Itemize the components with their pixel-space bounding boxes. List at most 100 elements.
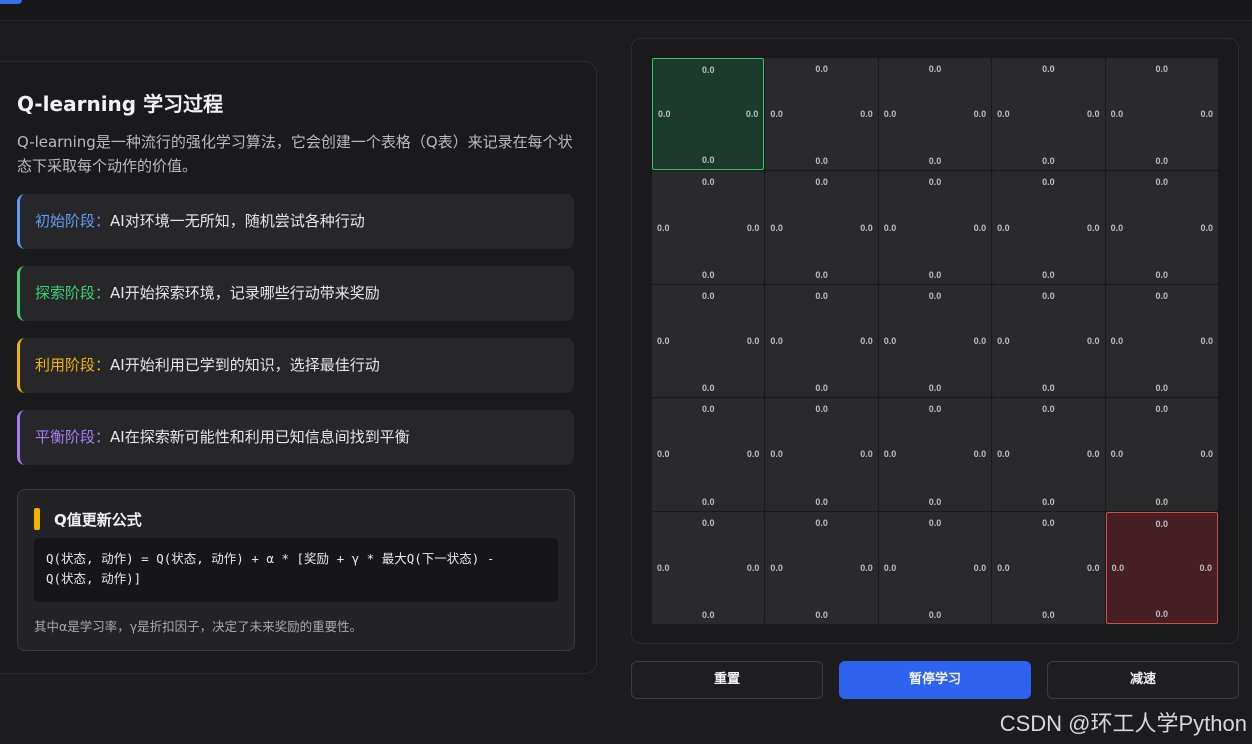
q-value-down: 0.0 [1042,496,1055,507]
q-cell: 0.0 0.0 0.0 0.0 [652,511,765,624]
q-cell: 0.0 0.0 0.0 0.0 [878,171,992,284]
slow-down-button[interactable]: 减速 [1047,661,1239,699]
q-value-right: 0.0 [973,562,987,573]
formula-box: Q值更新公式 Q(状态, 动作) = Q(状态, 动作) + α * [奖励 +… [17,489,575,651]
q-value-left: 0.0 [997,562,1010,573]
q-value-up: 0.0 [815,64,828,74]
q-cell: 0.0 0.0 0.0 0.0 [878,511,992,624]
q-value-down: 0.0 [701,155,715,166]
q-value-up: 0.0 [815,290,828,301]
q-value-up: 0.0 [928,290,942,301]
q-value-left: 0.0 [883,222,897,233]
q-value-right: 0.0 [860,449,873,460]
reset-button[interactable]: 重置 [631,661,823,699]
q-value-right: 0.0 [860,222,873,233]
q-value-down: 0.0 [701,383,715,394]
q-value-right: 0.0 [1087,335,1100,346]
q-value-down: 0.0 [701,496,715,507]
q-cell: 0.0 0.0 0.0 0.0 [992,398,1105,511]
q-cell: 0.0 0.0 0.0 0.0 [1105,171,1218,284]
q-value-down: 0.0 [701,609,715,620]
q-value-up: 0.0 [928,517,942,528]
q-value-right: 0.0 [860,109,873,120]
q-value-left: 0.0 [883,109,897,120]
q-cell-start: 0.0 0.0 0.0 0.0 [652,58,765,171]
q-value-down: 0.0 [1042,609,1055,620]
q-value-up: 0.0 [1155,518,1169,529]
q-value-down: 0.0 [1155,608,1169,619]
q-value-down: 0.0 [1042,269,1055,280]
q-value-right: 0.0 [1087,562,1100,573]
q-value-right: 0.0 [860,562,873,573]
stage-explore: 探索阶段：AI开始探索环境，记录哪些行动带来奖励 [17,266,574,321]
q-value-left: 0.0 [770,562,783,573]
q-value-down: 0.0 [928,269,942,280]
q-value-down: 0.0 [701,269,715,280]
formula-title: Q值更新公式 [54,511,142,529]
stage-text: AI开始探索环境，记录哪些行动带来奖励 [110,284,380,302]
q-value-down: 0.0 [928,609,942,620]
q-value-up: 0.0 [815,517,828,528]
q-value-left: 0.0 [883,449,897,460]
q-cell: 0.0 0.0 0.0 0.0 [1105,58,1218,171]
q-value-right: 0.0 [973,109,987,120]
q-value-up: 0.0 [1042,177,1055,188]
q-cell-goal: 0.0 0.0 0.0 0.0 [1105,511,1218,624]
q-value-up: 0.0 [1155,64,1169,74]
q-value-left: 0.0 [997,449,1010,460]
q-value-down: 0.0 [815,496,828,507]
q-value-down: 0.0 [928,496,942,507]
q-value-left: 0.0 [997,222,1010,233]
q-cell: 0.0 0.0 0.0 0.0 [765,284,878,398]
q-value-up: 0.0 [1155,404,1169,415]
q-cell: 0.0 0.0 0.0 0.0 [992,511,1105,624]
q-value-right: 0.0 [746,222,760,233]
pause-learning-button[interactable]: 暂停学习 [839,661,1031,699]
q-value-right: 0.0 [1087,109,1100,120]
q-value-up: 0.0 [1155,177,1169,188]
q-value-left: 0.0 [657,449,670,460]
panel-title: Q-learning 学习过程 [17,92,224,116]
q-value-up: 0.0 [928,177,942,188]
q-value-down: 0.0 [928,383,942,394]
q-cell: 0.0 0.0 0.0 0.0 [992,58,1105,171]
q-cell: 0.0 0.0 0.0 0.0 [765,511,878,624]
q-cell: 0.0 0.0 0.0 0.0 [652,171,765,284]
q-value-down: 0.0 [1155,383,1169,394]
q-value-left: 0.0 [1110,222,1124,233]
stage-text: AI开始利用已学到的知识，选择最佳行动 [110,356,380,374]
q-value-right: 0.0 [1200,449,1213,460]
q-cell: 0.0 0.0 0.0 0.0 [878,398,992,511]
q-cell: 0.0 0.0 0.0 0.0 [878,284,992,398]
q-value-up: 0.0 [1042,404,1055,415]
q-cell: 0.0 0.0 0.0 0.0 [765,171,878,284]
q-value-up: 0.0 [1042,517,1055,528]
q-value-up: 0.0 [701,404,715,415]
top-bar [0,0,1252,21]
watermark: CSDN @环工人学Python [999,711,1247,736]
q-value-up: 0.0 [701,65,715,75]
stage-name: 平衡阶段： [35,428,111,446]
q-value-left: 0.0 [770,222,783,233]
q-value-down: 0.0 [928,156,942,167]
formula-accent-bar [34,508,40,530]
q-value-up: 0.0 [928,404,942,415]
q-value-left: 0.0 [1110,109,1124,120]
q-value-left: 0.0 [657,335,670,346]
q-value-left: 0.0 [770,335,783,346]
q-value-right: 0.0 [1087,449,1100,460]
stage-name: 初始阶段： [35,212,111,230]
formula-code: Q(状态, 动作) = Q(状态, 动作) + α * [奖励 + γ * 最大… [34,538,558,602]
stage-name: 探索阶段： [35,284,111,302]
formula-code-line: Q(状态, 动作) = Q(状态, 动作) + α * [奖励 + γ * 最大… [46,551,495,566]
q-value-down: 0.0 [1155,269,1169,280]
q-value-right: 0.0 [1087,222,1100,233]
formula-note: 其中α是学习率，γ是折扣因子，决定了未来奖励的重要性。 [34,619,363,634]
q-value-left: 0.0 [657,222,670,233]
q-cell: 0.0 0.0 0.0 0.0 [652,284,765,398]
q-value-down: 0.0 [1042,156,1055,167]
q-value-left: 0.0 [1111,562,1125,573]
stage-name: 利用阶段： [35,356,111,374]
q-cell: 0.0 0.0 0.0 0.0 [992,284,1105,398]
formula-code-line: Q(状态, 动作)] [46,571,142,586]
